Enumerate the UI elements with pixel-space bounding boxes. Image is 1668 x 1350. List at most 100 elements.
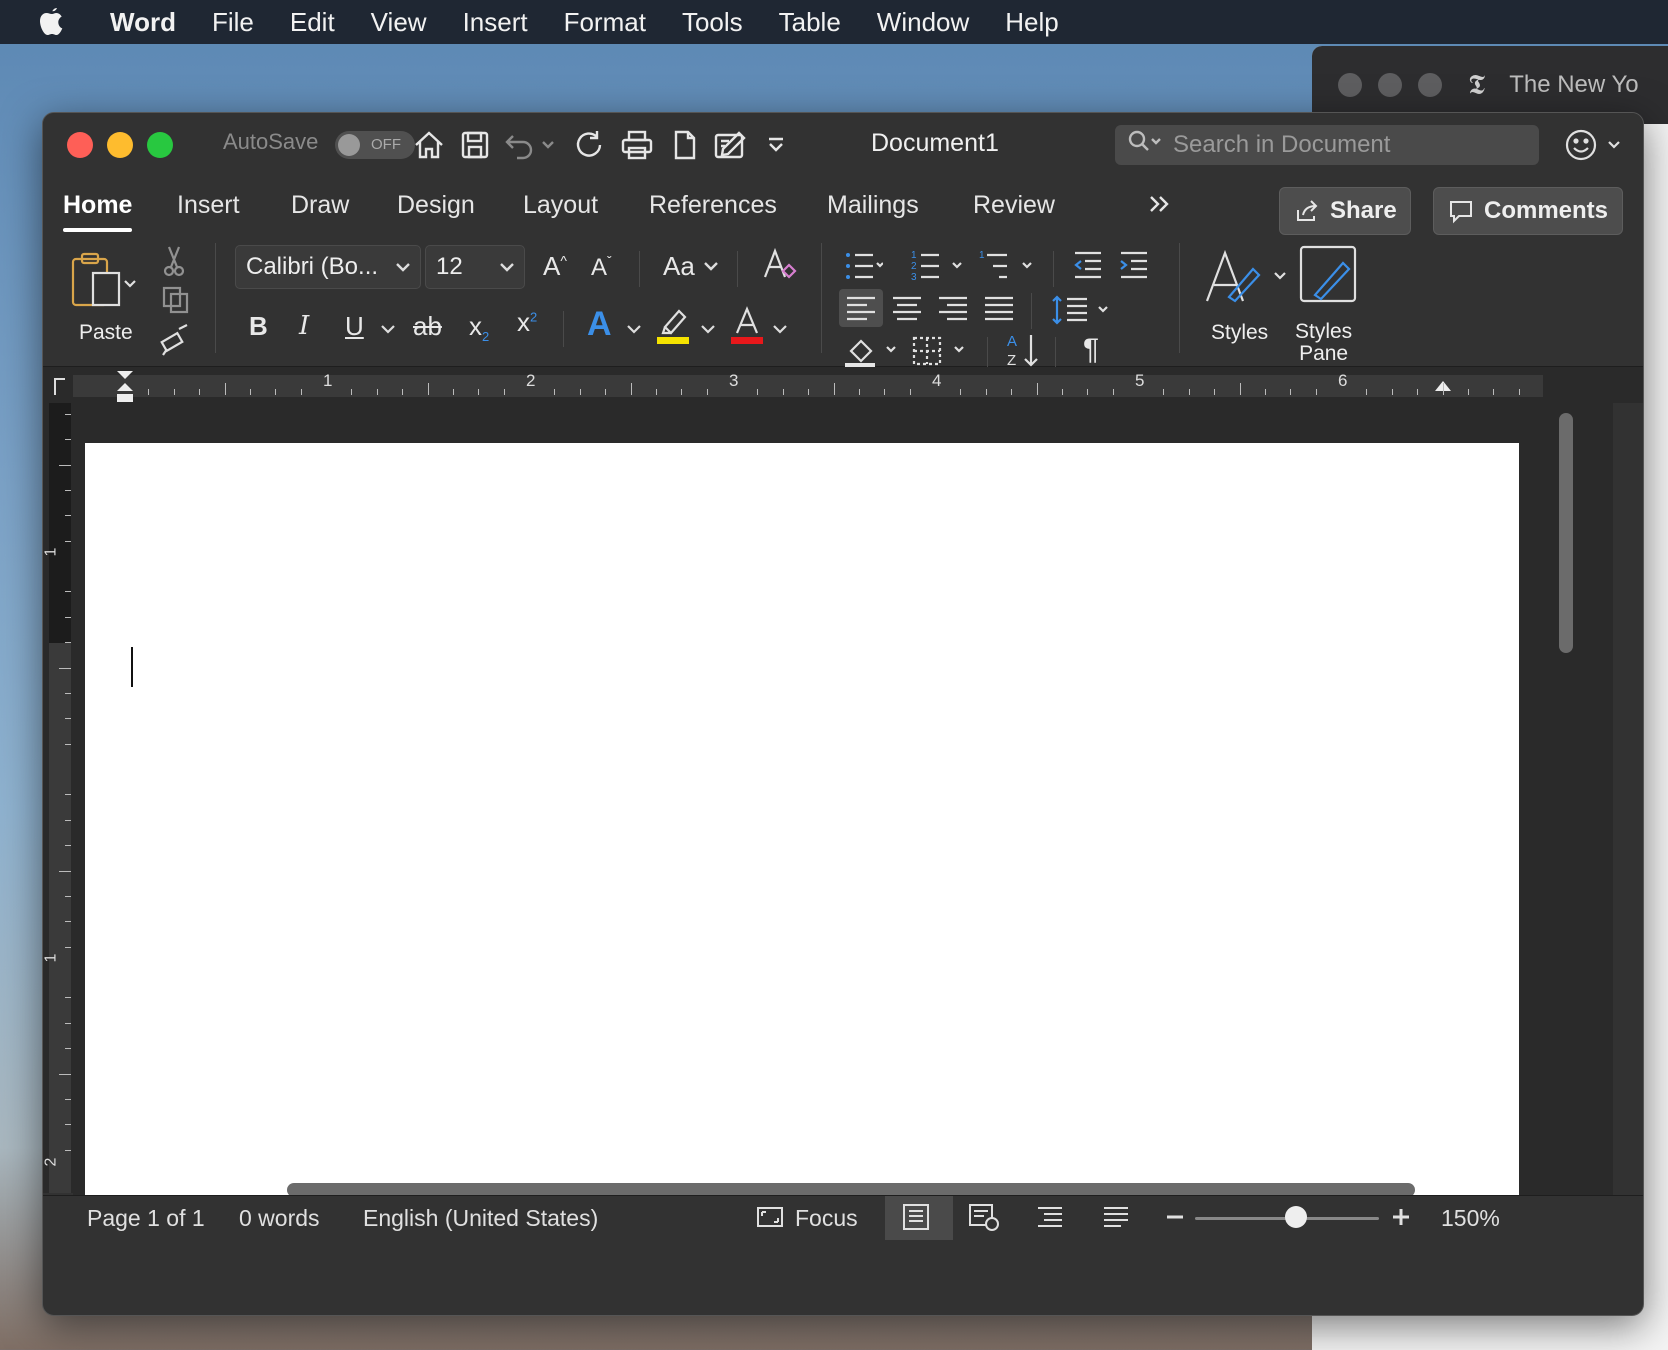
font-color-chevron-icon[interactable] [771,321,789,344]
word-count[interactable]: 0 words [239,1205,320,1232]
show-formatting-marks-icon[interactable]: ¶ [1083,333,1099,367]
italic-icon[interactable]: I [299,311,309,341]
grow-font-icon[interactable]: A^ [543,251,567,282]
feedback-smiley-icon[interactable] [1565,127,1625,168]
ruler-tick [65,413,71,415]
vertical-scrollbar[interactable] [1559,413,1573,653]
tab-mailings[interactable]: Mailings [827,191,919,220]
menu-window[interactable]: Window [877,7,969,38]
strikethrough-icon[interactable]: ab [413,311,442,342]
tab-stop-selector-icon[interactable] [49,373,69,402]
ruler-tick [1518,389,1520,395]
outline-view-icon[interactable] [1035,1202,1065,1238]
menu-view[interactable]: View [371,7,427,38]
menu-edit[interactable]: Edit [290,7,335,38]
text-cursor [131,647,133,687]
subscript-icon[interactable]: x2 [469,311,489,344]
increase-indent-icon[interactable] [1117,249,1151,286]
track-changes-icon[interactable] [711,127,751,163]
new-document-icon[interactable] [665,127,705,163]
tab-insert[interactable]: Insert [177,191,240,220]
comments-button[interactable]: Comments [1433,187,1623,235]
tab-draw[interactable]: Draw [291,191,349,220]
highlight-chevron-icon[interactable] [699,321,717,344]
font-color-icon[interactable] [729,305,765,352]
underline-icon[interactable]: U [345,311,364,342]
format-painter-icon[interactable] [159,323,191,364]
menu-insert[interactable]: Insert [463,7,528,38]
redo-icon[interactable] [569,127,609,163]
decrease-indent-icon[interactable] [1071,249,1105,286]
underline-options-chevron-icon[interactable] [379,321,397,344]
focus-label[interactable]: Focus [795,1205,858,1232]
zoom-button[interactable] [147,132,173,158]
align-left-icon[interactable] [845,295,877,330]
shrink-font-icon[interactable]: Aˇ [591,253,612,282]
page-count[interactable]: Page 1 of 1 [87,1205,205,1232]
copy-icon[interactable] [161,285,191,322]
align-right-icon[interactable] [937,295,969,330]
draft-view-icon[interactable] [1101,1202,1131,1238]
close-button[interactable] [67,132,93,158]
save-icon[interactable] [455,127,495,163]
tab-review[interactable]: Review [973,191,1055,220]
horizontal-ruler[interactable]: 1 2 3 4 5 6 [43,367,1643,403]
web-layout-icon[interactable] [967,1202,1001,1238]
highlight-icon[interactable] [655,305,691,352]
text-effects-icon[interactable]: A [587,305,612,344]
apple-menu-icon[interactable] [38,6,68,38]
zoom-level[interactable]: 150% [1441,1205,1500,1232]
customize-toolbar-icon[interactable] [761,127,791,163]
vertical-ruler[interactable]: 1 1 2 [43,403,73,1193]
menu-word[interactable]: Word [110,7,176,38]
tab-home[interactable]: Home [63,191,133,232]
ruler-tick [452,389,454,395]
align-center-icon[interactable] [891,295,923,330]
superscript-icon[interactable]: x2 [517,307,537,338]
document-page[interactable] [85,443,1519,1203]
change-case-button[interactable]: Aa [663,251,720,282]
tab-references[interactable]: References [649,191,777,220]
ruler-tick [1112,389,1114,395]
text-effects-chevron-icon[interactable] [625,321,643,344]
zoom-out-icon[interactable] [1163,1202,1187,1238]
minimize-button[interactable] [107,132,133,158]
menu-help[interactable]: Help [1005,7,1058,38]
font-size-dropdown[interactable]: 12 [425,245,525,289]
paste-icon[interactable] [69,249,139,320]
menu-format[interactable]: Format [564,7,646,38]
undo-icon[interactable] [501,127,557,163]
print-layout-icon[interactable] [901,1202,931,1238]
tab-design[interactable]: Design [397,191,475,220]
share-button[interactable]: Share [1279,187,1411,235]
styles-pane-icon[interactable] [1297,243,1361,314]
tab-layout[interactable]: Layout [523,191,598,220]
font-name-dropdown[interactable]: Calibri (Bo... [235,245,421,289]
ruler-tick [985,389,987,395]
bullets-icon[interactable] [843,249,884,290]
menu-tools[interactable]: Tools [682,7,743,38]
zoom-in-icon[interactable] [1389,1202,1413,1238]
styles-gallery-icon[interactable] [1203,249,1289,316]
more-tabs-chevron-icon[interactable] [1145,189,1175,226]
autosave-toggle[interactable]: OFF [335,131,415,159]
zoom-slider-knob[interactable] [1285,1206,1308,1228]
focus-icon[interactable] [755,1202,785,1238]
search-input[interactable]: Search in Document [1115,125,1539,165]
bg-minimize-button[interactable] [1378,73,1402,97]
language-indicator[interactable]: English (United States) [363,1205,598,1232]
bg-close-button[interactable] [1338,73,1362,97]
multilevel-list-icon[interactable]: 1 [979,249,1035,290]
clear-formatting-icon[interactable] [761,247,797,290]
justify-icon[interactable] [983,295,1015,330]
menu-file[interactable]: File [212,7,254,38]
line-spacing-icon[interactable] [1051,293,1113,334]
print-icon[interactable] [617,127,657,163]
svg-text:2: 2 [911,261,917,272]
menu-table[interactable]: Table [779,7,841,38]
numbering-icon[interactable]: 123 [911,249,965,290]
bold-icon[interactable]: B [249,311,268,342]
cut-icon[interactable] [161,245,187,284]
home-icon[interactable] [409,127,449,163]
bg-zoom-button[interactable] [1418,73,1442,97]
